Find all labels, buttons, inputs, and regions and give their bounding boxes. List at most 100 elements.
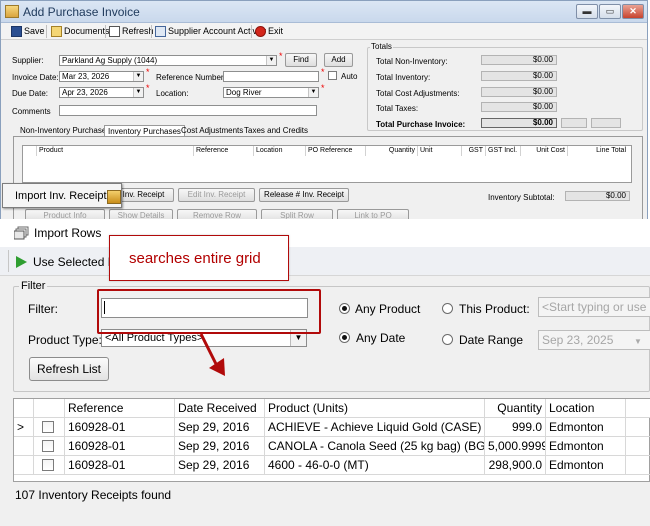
- row-date-received[interactable]: Sep 29, 2016: [175, 456, 265, 475]
- refresh-label: Refresh: [122, 26, 154, 36]
- location-dropdown[interactable]: Dog River ▼: [223, 87, 319, 98]
- total-inventory-value: $0.00: [481, 71, 557, 81]
- close-button[interactable]: ✕: [622, 4, 644, 19]
- invoice-date-picker[interactable]: Mar 23, 2026 ▼: [59, 71, 144, 82]
- grid-header-gst[interactable]: GST: [462, 146, 486, 156]
- row-product[interactable]: CANOLA - Canola Seed (25 kg bag) (BG): [265, 437, 485, 456]
- refresh-list-button[interactable]: Refresh List: [29, 357, 109, 381]
- refresh-icon: [109, 26, 120, 37]
- grid-header-product[interactable]: Product: [37, 146, 194, 156]
- row-reference[interactable]: 160928-01: [65, 418, 175, 437]
- grid-header-unit[interactable]: Unit: [418, 146, 462, 156]
- row-reference[interactable]: 160928-01: [65, 456, 175, 475]
- reference-number-input[interactable]: [223, 71, 319, 82]
- grid-header-reference[interactable]: Reference: [194, 146, 254, 156]
- chevron-down-icon: ▼: [308, 88, 318, 97]
- total-inventory-label: Total Inventory:: [376, 73, 431, 82]
- grid-header-cell: [14, 399, 34, 418]
- row-quantity[interactable]: 298,900.0: [485, 456, 546, 475]
- totals-group-label: Totals: [370, 42, 393, 51]
- row-location[interactable]: Edmonton: [546, 456, 626, 475]
- restore-button[interactable]: ▭: [599, 4, 621, 19]
- any-date-radio[interactable]: [339, 332, 350, 343]
- total-non-inventory-label: Total Non-Inventory:: [376, 57, 448, 66]
- any-product-label: Any Product: [355, 302, 421, 316]
- grid-header-gst-incl[interactable]: GST Incl.: [486, 146, 521, 156]
- title-bar: Import Rows: [0, 219, 650, 247]
- grid-header-unit-cost[interactable]: Unit Cost: [521, 146, 568, 156]
- grid-header-location[interactable]: Location: [546, 399, 626, 418]
- reference-number-label: Reference Number:: [156, 73, 226, 82]
- grid-header-date-received[interactable]: Date Received ▲: [175, 399, 265, 418]
- supplier-account-activity-button[interactable]: Supplier Account Activity: [154, 24, 266, 39]
- row-checkbox[interactable]: [42, 421, 54, 433]
- this-product-input[interactable]: <Start typing or use F: [538, 297, 650, 317]
- grid-header-quantity[interactable]: Quantity: [485, 399, 546, 418]
- inventory-receipts-grid[interactable]: Reference Date Received ▲ Product (Units…: [13, 398, 650, 482]
- import-receipt-icon[interactable]: [107, 190, 121, 204]
- required-marker: *: [146, 83, 150, 93]
- grid-header-quantity[interactable]: Quantity: [366, 146, 418, 156]
- edit-inv-receipt-button[interactable]: Edit Inv. Receipt: [178, 188, 255, 202]
- required-marker: *: [321, 67, 325, 77]
- row-select-cell[interactable]: [34, 456, 65, 475]
- required-marker: *: [321, 83, 325, 93]
- grid-header-product-units[interactable]: Product (Units): [265, 399, 485, 418]
- total-cost-adjustments-value: $0.00: [481, 87, 557, 97]
- row-product[interactable]: ACHIEVE - Achieve Liquid Gold (CASE): [265, 418, 485, 437]
- row-product[interactable]: 4600 - 46-0-0 (MT): [265, 456, 485, 475]
- minimize-button[interactable]: ▬: [576, 4, 598, 19]
- row-filler: [626, 456, 650, 475]
- date-range-radio[interactable]: [442, 334, 453, 345]
- grid-header-po-reference[interactable]: PO Reference: [306, 146, 366, 156]
- row-select-cell[interactable]: [34, 418, 65, 437]
- row-date-received[interactable]: Sep 29, 2016: [175, 418, 265, 437]
- location-value: Dog River: [226, 88, 262, 97]
- this-product-radio[interactable]: [442, 303, 453, 314]
- chevron-down-icon: ▼: [133, 88, 143, 97]
- row-date-received[interactable]: Sep 29, 2016: [175, 437, 265, 456]
- grid-header-select[interactable]: [34, 399, 65, 418]
- auto-checkbox[interactable]: [328, 71, 337, 80]
- total-purchase-invoice-label: Total Purchase Invoice:: [376, 120, 466, 129]
- supplier-dropdown[interactable]: Parkland Ag Supply (1044) ▼: [59, 55, 277, 66]
- total-non-inventory-value: $0.00: [481, 55, 557, 65]
- window-title: Import Rows: [34, 226, 102, 240]
- comments-label: Comments: [12, 107, 51, 116]
- exit-button[interactable]: Exit: [254, 24, 283, 39]
- add-button[interactable]: Add: [324, 53, 353, 67]
- total-extra-box: [561, 118, 587, 128]
- row-checkbox[interactable]: [42, 459, 54, 471]
- chevron-down-icon: ▼: [133, 72, 143, 81]
- filter-group-label: Filter: [19, 280, 48, 292]
- documents-button[interactable]: Documents: [50, 24, 110, 39]
- grid-header-line-total[interactable]: Line Total: [568, 146, 628, 156]
- date-range-label: Date Range: [459, 333, 524, 347]
- date-range-start-picker[interactable]: Sep 23, 2025 ▼: [538, 330, 650, 350]
- any-product-radio[interactable]: [339, 303, 350, 314]
- row-quantity[interactable]: 5,000.9999: [485, 437, 546, 456]
- total-purchase-invoice-value: $0.00: [481, 118, 557, 128]
- use-selected-button[interactable]: Use Selected Re: [14, 252, 124, 272]
- grid-header-reference[interactable]: Reference: [65, 399, 175, 418]
- invoice-date-value: Mar 23, 2026: [62, 72, 110, 81]
- toolbar-divider: [105, 25, 106, 38]
- save-button[interactable]: Save: [10, 24, 45, 39]
- row-indicator: >: [14, 418, 34, 437]
- row-checkbox[interactable]: [42, 440, 54, 452]
- release-inv-receipt-button[interactable]: Release # Inv. Receipt: [259, 188, 349, 202]
- comments-input[interactable]: [59, 105, 317, 116]
- row-quantity[interactable]: 999.0: [485, 418, 546, 437]
- account-activity-icon: [155, 26, 166, 37]
- row-location[interactable]: Edmonton: [546, 437, 626, 456]
- inventory-subtotal-label: Inventory Subtotal:: [488, 193, 555, 202]
- row-reference[interactable]: 160928-01: [65, 437, 175, 456]
- row-select-cell[interactable]: [34, 437, 65, 456]
- grid-header-location[interactable]: Location: [254, 146, 306, 156]
- save-icon: [11, 26, 22, 37]
- due-date-picker[interactable]: Apr 23, 2026 ▼: [59, 87, 144, 98]
- inv-receipt-button[interactable]: Inv. Receipt: [113, 188, 174, 202]
- row-location[interactable]: Edmonton: [546, 418, 626, 437]
- find-button[interactable]: Find: [285, 53, 317, 67]
- refresh-button[interactable]: Refresh: [108, 24, 154, 39]
